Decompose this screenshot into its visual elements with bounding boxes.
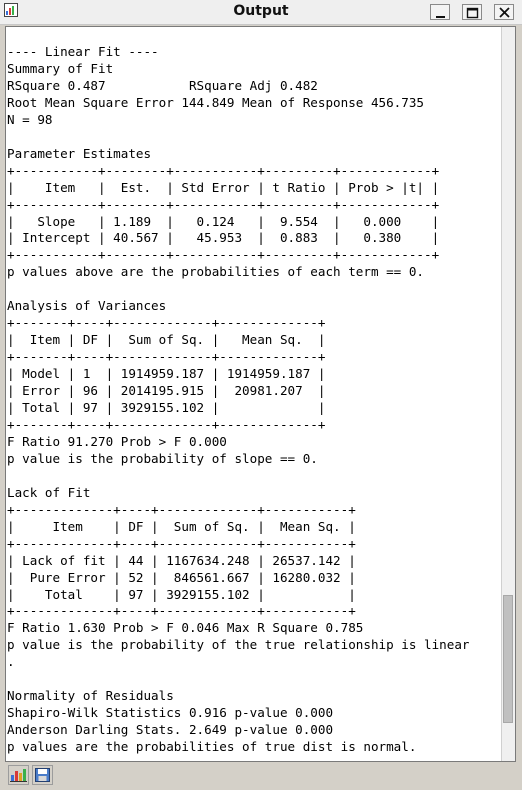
close-button[interactable] <box>494 4 514 20</box>
vertical-scrollbar[interactable] <box>501 27 515 761</box>
save-button[interactable] <box>32 765 53 785</box>
bottom-toolbar <box>0 762 522 790</box>
close-icon <box>499 7 510 18</box>
save-icon <box>35 768 50 782</box>
minimize-button[interactable] <box>430 4 450 20</box>
output-text[interactable]: ---- Linear Fit ---- Summary of Fit RSqu… <box>7 44 470 756</box>
minimize-icon <box>436 16 445 18</box>
maximize-icon <box>466 7 479 19</box>
output-window: Output ---- Linear Fit ---- Summary of F… <box>0 0 522 790</box>
chart-icon <box>10 769 27 782</box>
title-bar[interactable]: Output <box>0 0 522 25</box>
chart-button[interactable] <box>8 765 29 785</box>
output-text-area[interactable]: ---- Linear Fit ---- Summary of Fit RSqu… <box>5 26 516 762</box>
maximize-button[interactable] <box>462 4 482 20</box>
scrollbar-thumb[interactable] <box>503 595 513 723</box>
